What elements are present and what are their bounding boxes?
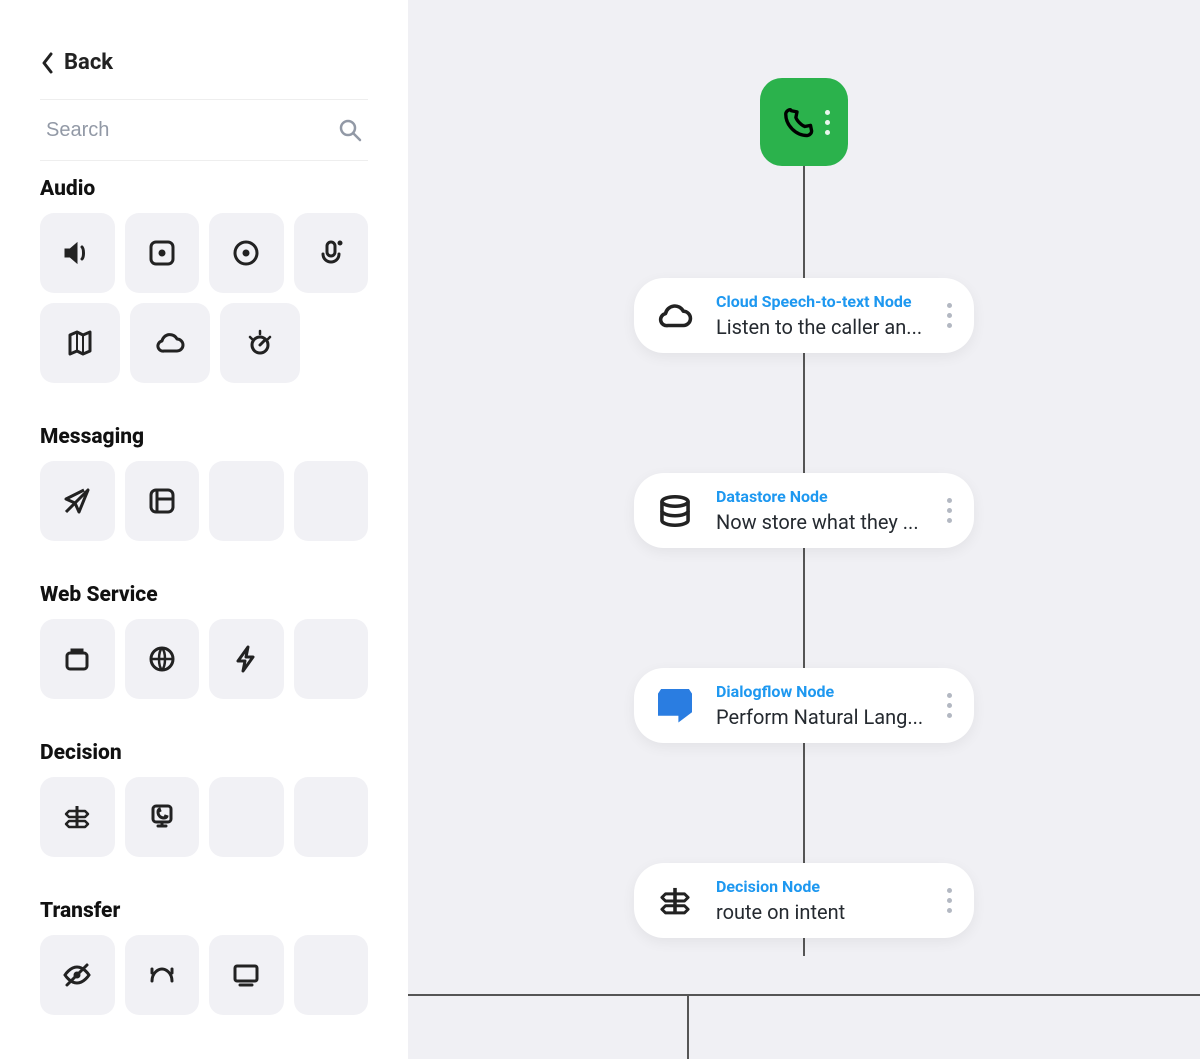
- node-menu-button[interactable]: [943, 494, 956, 527]
- tile-blank[interactable]: [209, 461, 284, 541]
- back-button[interactable]: Back: [40, 50, 368, 75]
- database-icon: [652, 492, 698, 530]
- node-description: route on intent: [716, 900, 925, 924]
- search-icon[interactable]: [338, 118, 362, 142]
- tile-send[interactable]: [40, 461, 115, 541]
- tile-hidden[interactable]: [40, 935, 115, 1015]
- group-title-audio: Audio: [40, 177, 368, 201]
- cloud-icon: [154, 327, 186, 359]
- node-description: Now store what they ...: [716, 510, 925, 534]
- node-description: Perform Natural Lang...: [716, 705, 925, 729]
- group-title-decision: Decision: [40, 741, 368, 765]
- disc-icon: [230, 237, 262, 269]
- tile-chat[interactable]: [125, 461, 200, 541]
- tile-bridge[interactable]: [125, 935, 200, 1015]
- send-icon: [61, 485, 93, 517]
- search-input[interactable]: [46, 119, 338, 142]
- tile-ivr[interactable]: [125, 777, 200, 857]
- route-icon: [61, 801, 93, 833]
- map-icon: [64, 327, 96, 359]
- flow-node-datastore[interactable]: Datastore Node Now store what they ...: [634, 473, 974, 548]
- tile-audio-settings[interactable]: [125, 213, 200, 293]
- route-icon: [652, 882, 698, 920]
- node-title: Dialogflow Node: [716, 682, 925, 701]
- tile-globe[interactable]: [125, 619, 200, 699]
- tile-bolt[interactable]: [209, 619, 284, 699]
- flow-node-dialogflow[interactable]: Dialogflow Node Perform Natural Lang...: [634, 668, 974, 743]
- node-menu-button[interactable]: [943, 884, 956, 917]
- screen-icon: [230, 959, 262, 991]
- hidden-icon: [61, 959, 93, 991]
- node-title: Datastore Node: [716, 487, 925, 506]
- mic-icon: [315, 237, 347, 269]
- phone-icon: [779, 104, 815, 140]
- connector-branch-line: [408, 994, 1200, 996]
- group-title-messaging: Messaging: [40, 425, 368, 449]
- tile-blank[interactable]: [294, 461, 369, 541]
- tile-mic[interactable]: [294, 213, 369, 293]
- tile-blank[interactable]: [209, 777, 284, 857]
- globe-icon: [146, 643, 178, 675]
- flow-canvas[interactable]: Cloud Speech-to-text Node Listen to the …: [408, 0, 1200, 1059]
- package-icon: [61, 643, 93, 675]
- tile-blank[interactable]: [294, 777, 369, 857]
- tile-screen[interactable]: [209, 935, 284, 1015]
- group-title-transfer: Transfer: [40, 899, 368, 923]
- tile-processing[interactable]: [220, 303, 300, 383]
- group-title-webservice: Web Service: [40, 583, 368, 607]
- bolt-icon: [230, 643, 262, 675]
- tile-map[interactable]: [40, 303, 120, 383]
- connector-branch-stub: [687, 994, 689, 1059]
- tile-cloud[interactable]: [130, 303, 210, 383]
- search-row: [40, 99, 368, 161]
- cloud-icon: [652, 297, 698, 335]
- tile-package[interactable]: [40, 619, 115, 699]
- tile-blank[interactable]: [294, 935, 369, 1015]
- node-title: Cloud Speech-to-text Node: [716, 292, 925, 311]
- start-node-menu[interactable]: [825, 110, 830, 135]
- bridge-icon: [146, 959, 178, 991]
- audio-settings-icon: [146, 237, 178, 269]
- back-label: Back: [64, 50, 113, 75]
- speaker-icon: [61, 237, 93, 269]
- dialogflow-icon: [652, 689, 698, 723]
- node-palette-sidebar: Back Audio Messaging Web Service: [0, 0, 408, 1059]
- tile-blank[interactable]: [294, 619, 369, 699]
- chevron-left-icon: [40, 52, 54, 74]
- node-title: Decision Node: [716, 877, 925, 896]
- node-menu-button[interactable]: [943, 299, 956, 332]
- node-menu-button[interactable]: [943, 689, 956, 722]
- flow-node-speech-to-text[interactable]: Cloud Speech-to-text Node Listen to the …: [634, 278, 974, 353]
- processing-icon: [244, 327, 276, 359]
- flow-node-decision[interactable]: Decision Node route on intent: [634, 863, 974, 938]
- start-call-node[interactable]: [760, 78, 848, 166]
- chat-icon: [146, 485, 178, 517]
- tile-route[interactable]: [40, 777, 115, 857]
- tile-speaker[interactable]: [40, 213, 115, 293]
- node-description: Listen to the caller an...: [716, 315, 925, 339]
- tile-disc[interactable]: [209, 213, 284, 293]
- ivr-icon: [146, 801, 178, 833]
